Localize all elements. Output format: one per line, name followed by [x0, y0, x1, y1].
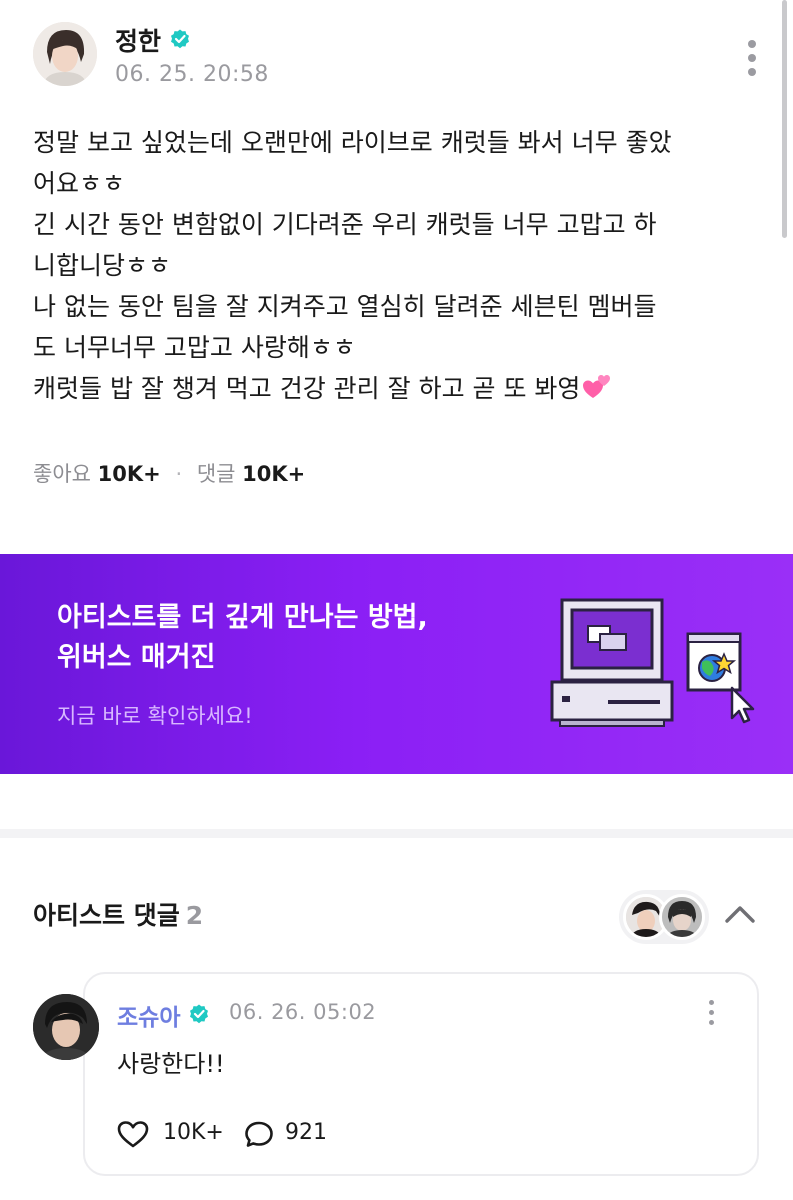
post-stats: 좋아요 10K+ · 댓글 10K+ [33, 458, 305, 488]
retro-computer-icon [550, 598, 755, 727]
artist-avatar [659, 894, 705, 940]
artist-comments-label: 아티스트 댓글 [33, 901, 180, 930]
likes-count[interactable]: 10K+ [98, 462, 161, 486]
section-divider [0, 829, 793, 838]
comments-count[interactable]: 10K+ [242, 462, 305, 486]
post-body-line: 긴 시간 동안 변함없이 기다려준 우리 캐럿들 너무 고맙고 하 [33, 210, 657, 239]
author-name[interactable]: 정한 [115, 22, 161, 58]
chevron-up-icon[interactable] [724, 902, 756, 926]
artist-comment-card[interactable]: 조슈아 06. 26. 05:02 사랑한다!! 10K+ 921 [83, 972, 759, 1176]
post-body-line: 캐럿들 밥 잘 챙겨 먹고 건강 관리 잘 하고 곧 또 봐영 [33, 374, 581, 403]
post-body-line: 정말 보고 싶었는데 오랜만에 라이브로 캐럿들 봐서 너무 좋았 [33, 128, 672, 157]
artist-comments-count: 2 [185, 901, 204, 930]
comment-author-avatar[interactable] [33, 994, 99, 1060]
comments-label: 댓글 [196, 462, 236, 486]
more-options-icon[interactable] [745, 40, 759, 84]
scrollbar[interactable] [782, 0, 787, 238]
author-avatar[interactable] [33, 22, 97, 86]
comment-text: 사랑한다!! [117, 1050, 225, 1078]
likes-label: 좋아요 [33, 462, 91, 486]
magazine-banner[interactable]: 아티스트를 더 깊게 만나는 방법, 위버스 매거진 지금 바로 확인하세요! [0, 554, 793, 774]
post-body: 정말 보고 싶었는데 오랜만에 라이브로 캐럿들 봐서 너무 좋았 어요ㅎㅎ 긴… [33, 122, 763, 409]
comment-timestamp: 06. 26. 05:02 [229, 1000, 377, 1024]
artist-comments-title: 아티스트 댓글 2 [33, 896, 203, 932]
comment-more-icon[interactable] [707, 1000, 715, 1028]
comment-reply-count: 921 [285, 1120, 327, 1145]
banner-title: 아티스트를 더 깊게 만나는 방법, 위버스 매거진 [57, 602, 428, 673]
two-hearts-icon [583, 375, 611, 398]
comment-like-count: 10K+ [163, 1120, 224, 1145]
post-body-line: 도 너무너무 고맙고 사랑해ㅎㅎ [33, 333, 356, 362]
verified-badge-icon [190, 1004, 208, 1024]
post-header: 정한 06. 25. 20:58 [33, 20, 773, 90]
artist-avatars-group[interactable] [619, 890, 709, 944]
comment-author-name[interactable]: 조슈아 [117, 998, 180, 1032]
heart-icon[interactable] [117, 1120, 149, 1148]
post-body-line: 니합니당ㅎㅎ [33, 251, 172, 280]
post-body-last-line: 캐럿들 밥 잘 챙겨 먹고 건강 관리 잘 하고 곧 또 봐영 [33, 368, 763, 409]
separator-dot: · [175, 462, 183, 486]
post-body-line: 나 없는 동안 팀을 잘 지켜주고 열심히 달려준 세븐틴 멤버들 [33, 292, 657, 321]
reply-bubble-icon[interactable] [244, 1120, 274, 1148]
banner-subtitle: 지금 바로 확인하세요! [57, 704, 253, 728]
post-timestamp: 06. 25. 20:58 [115, 62, 269, 87]
verified-badge-icon [171, 29, 189, 49]
post-body-line: 어요ㅎㅎ [33, 169, 126, 198]
